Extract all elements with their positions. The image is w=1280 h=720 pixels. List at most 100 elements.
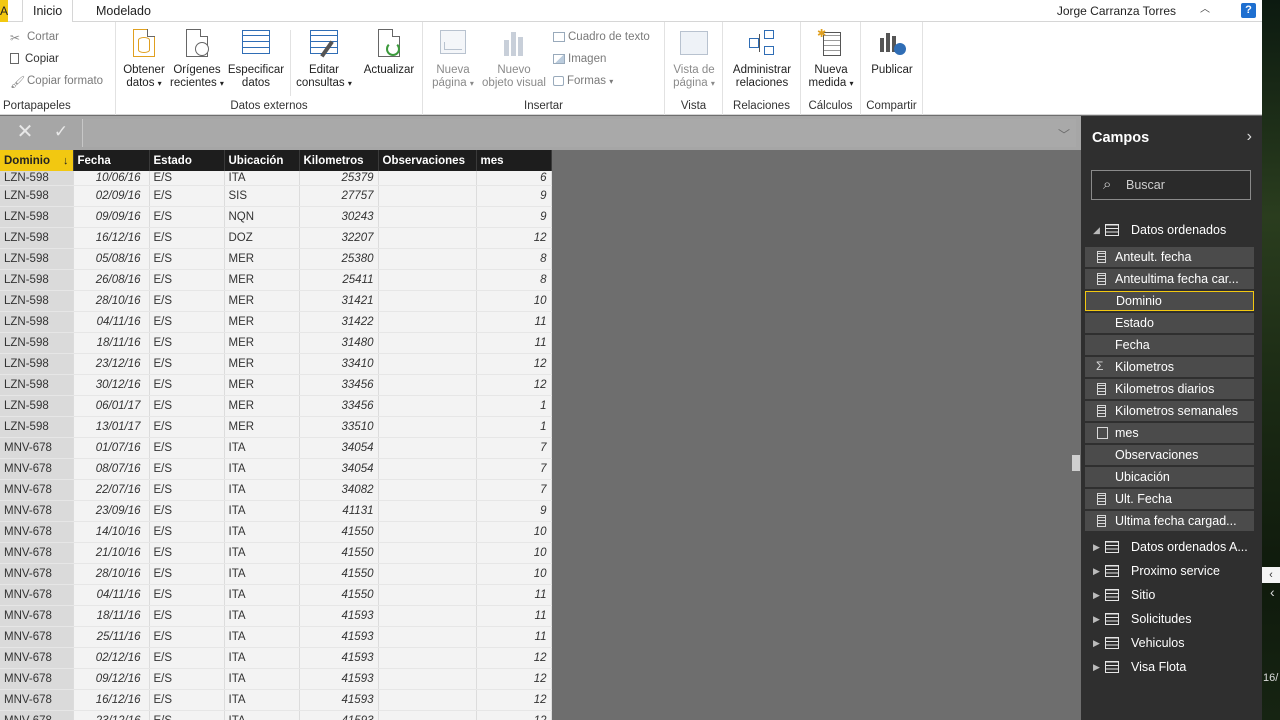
table-row[interactable]: MNV-678 16/12/16 E/S ITA 41593 12	[0, 689, 552, 711]
table-row[interactable]: MNV-67823/12/16E/SITA41593 12	[0, 710, 552, 720]
cell-kilometros[interactable]: 34054	[299, 437, 379, 459]
cell-dominio[interactable]: MNV-678	[0, 521, 74, 543]
cell-dominio[interactable]: LZN-598	[0, 353, 74, 375]
field-item[interactable]: Dominio	[1085, 291, 1254, 311]
get-data-button[interactable]: Obtener datos ▾	[120, 28, 168, 90]
cell-ubicacion[interactable]: MER	[224, 290, 300, 312]
cell-ubicacion[interactable]: ITA	[224, 710, 300, 720]
cell-mes[interactable]: 10	[476, 521, 552, 543]
cell-ubicacion[interactable]: ITA	[224, 605, 300, 627]
cell-ubicacion[interactable]: MER	[224, 311, 300, 333]
manage-relationships-button[interactable]: Administrar relaciones	[727, 28, 797, 90]
cell-estado[interactable]: E/S	[149, 689, 225, 711]
cell-estado[interactable]: E/S	[149, 269, 225, 291]
cell-kilometros[interactable]: 32207	[299, 227, 379, 249]
cell-fecha[interactable]: 26/08/16	[73, 269, 150, 291]
cell-kilometros[interactable]: 31421	[299, 290, 379, 312]
table-row[interactable]: MNV-678 04/11/16 E/S ITA 41550 11	[0, 584, 552, 606]
cell-ubicacion[interactable]: ITA	[224, 521, 300, 543]
cell-fecha[interactable]: 23/12/16	[73, 353, 150, 375]
cell-estado[interactable]: E/S	[149, 206, 225, 228]
field-table[interactable]: ▶ Visa Flota	[1081, 656, 1262, 678]
cell-observaciones[interactable]	[378, 710, 477, 720]
tab-modeling[interactable]: Modelado	[86, 0, 161, 22]
cell-ubicacion[interactable]: MER	[224, 332, 300, 354]
cell-mes[interactable]: 11	[476, 311, 552, 333]
table-row[interactable]: MNV-678 01/07/16 E/S ITA 34054 7	[0, 437, 552, 459]
table-row[interactable]: LZN-598 06/01/17 E/S MER 33456 1	[0, 395, 552, 417]
tab-home[interactable]: Inicio	[22, 0, 74, 23]
cell-mes[interactable]: 12	[476, 647, 552, 669]
cell-fecha[interactable]: 05/08/16	[73, 248, 150, 270]
cell-kilometros[interactable]: 27757	[299, 185, 379, 207]
cell-mes[interactable]: 11	[476, 584, 552, 606]
field-item[interactable]: mes	[1085, 423, 1254, 443]
refresh-button[interactable]: Actualizar	[360, 28, 418, 77]
cell-kilometros[interactable]: 30243	[299, 206, 379, 228]
table-row[interactable]: MNV-678 08/07/16 E/S ITA 34054 7	[0, 458, 552, 480]
cell-estado[interactable]: E/S	[149, 668, 225, 690]
cell-fecha[interactable]: 18/11/16	[73, 332, 150, 354]
cell-ubicacion[interactable]: ITA	[224, 479, 300, 501]
cell-mes[interactable]: 11	[476, 605, 552, 627]
column-header-fecha[interactable]: Fecha	[73, 150, 150, 171]
table-row[interactable]: LZN-598 05/08/16 E/S MER 25380 8	[0, 248, 552, 270]
cell-estado[interactable]: E/S	[149, 185, 225, 207]
cell-kilometros[interactable]: 41593	[299, 689, 379, 711]
tab-file[interactable]: Archivo	[0, 0, 8, 22]
cell-observaciones[interactable]	[378, 437, 477, 459]
cell-observaciones[interactable]	[378, 395, 477, 417]
cell-dominio[interactable]: MNV-678	[0, 542, 74, 564]
cell-fecha[interactable]: 04/11/16	[73, 584, 150, 606]
cancel-formula-icon[interactable]: ✕	[16, 122, 34, 142]
copy-button[interactable]: Copiar	[10, 53, 59, 65]
cell-observaciones[interactable]	[378, 521, 477, 543]
field-table[interactable]: ▶ Proximo service	[1081, 560, 1262, 582]
cell-mes[interactable]: 1	[476, 416, 552, 438]
cell-observaciones[interactable]	[378, 185, 477, 207]
table-row[interactable]: MNV-678 02/12/16 E/S ITA 41593 12	[0, 647, 552, 669]
textbox-button[interactable]: Cuadro de texto	[553, 31, 650, 43]
cell-ubicacion[interactable]: ITA	[224, 626, 300, 648]
cell-estado[interactable]: E/S	[149, 605, 225, 627]
field-item[interactable]: Kilometros semanales	[1085, 401, 1254, 421]
cell-dominio[interactable]: LZN-598	[0, 374, 74, 396]
help-icon[interactable]: ?	[1241, 3, 1256, 18]
cell-estado[interactable]: E/S	[149, 290, 225, 312]
column-header-ubicacion[interactable]: Ubicación	[224, 150, 300, 171]
cell-ubicacion[interactable]: MER	[224, 248, 300, 270]
cell-mes[interactable]: 12	[476, 668, 552, 690]
field-item[interactable]: Σ Kilometros	[1085, 357, 1254, 377]
cell-kilometros[interactable]: 41550	[299, 584, 379, 606]
column-header-kilometros[interactable]: Kilometros	[299, 150, 379, 171]
cell-dominio[interactable]: LZN-598	[0, 395, 74, 417]
cell-dominio[interactable]: MNV-678	[0, 437, 74, 459]
edit-queries-button[interactable]: Editar consultas ▾	[294, 28, 354, 90]
cell-fecha[interactable]: 10/06/16	[73, 171, 150, 186]
cell-dominio[interactable]: MNV-678	[0, 563, 74, 585]
cell-kilometros[interactable]: 34054	[299, 458, 379, 480]
cell-mes[interactable]: 12	[476, 374, 552, 396]
cell-fecha[interactable]: 28/10/16	[73, 563, 150, 585]
cell-kilometros[interactable]: 33456	[299, 395, 379, 417]
cell-observaciones[interactable]	[378, 269, 477, 291]
cell-observaciones[interactable]	[378, 605, 477, 627]
cell-fecha[interactable]: 09/12/16	[73, 668, 150, 690]
cell-mes[interactable]: 12	[476, 227, 552, 249]
new-visual-button[interactable]: Nuevo objeto visual	[479, 28, 549, 90]
cell-estado[interactable]: E/S	[149, 626, 225, 648]
cell-ubicacion[interactable]: SIS	[224, 185, 300, 207]
cell-estado[interactable]: E/S	[149, 542, 225, 564]
signed-in-user[interactable]: Jorge Carranza Torres	[1057, 0, 1176, 22]
field-table[interactable]: ▶ Solicitudes	[1081, 608, 1262, 630]
cell-observaciones[interactable]	[378, 311, 477, 333]
page-view-button[interactable]: Vista de página ▾	[667, 28, 721, 90]
cell-observaciones[interactable]	[378, 206, 477, 228]
cell-estado[interactable]: E/S	[149, 353, 225, 375]
cell-estado[interactable]: E/S	[149, 563, 225, 585]
field-table[interactable]: ▶ Vehiculos	[1081, 632, 1262, 654]
cell-mes[interactable]: 7	[476, 437, 552, 459]
field-item[interactable]: Ultima fecha cargad...	[1085, 511, 1254, 531]
formula-input[interactable]: ﹀	[82, 119, 1076, 147]
cell-kilometros[interactable]: 25411	[299, 269, 379, 291]
